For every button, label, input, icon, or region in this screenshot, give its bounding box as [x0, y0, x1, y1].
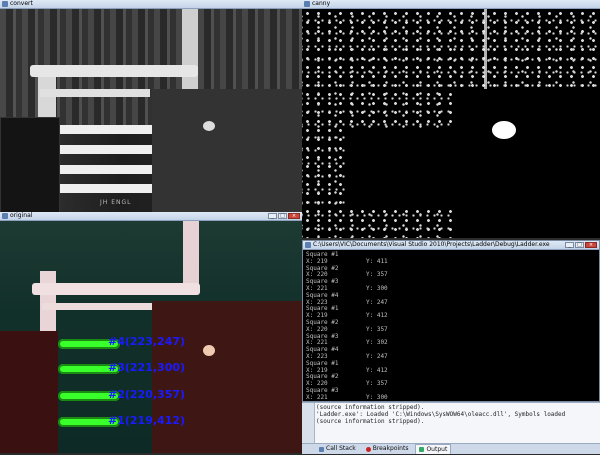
minimize-button[interactable]: _: [268, 213, 277, 219]
console-line-value: Y: 412: [366, 367, 388, 374]
rung: [60, 145, 152, 154]
console-line: X: 220Y: 357: [306, 327, 596, 334]
window-icon: [304, 1, 310, 7]
original-titlebar[interactable]: original _ □ ×: [0, 212, 302, 221]
original-image: #4(223,247) #3(221,300) #2(220,357) #1(2…: [0, 221, 302, 453]
dark-box: [0, 117, 60, 212]
console-line: X: 219Y: 412: [306, 313, 596, 320]
rung-label-1: #1(219,412): [108, 414, 185, 427]
black-region: [452, 89, 600, 238]
console-title: C:\Users\VIC\Documents\Visual Studio 201…: [313, 241, 550, 249]
ladder-cross-bar: [42, 303, 152, 310]
minimize-button[interactable]: _: [565, 242, 574, 248]
window-icon: [2, 1, 8, 7]
console-line-value: Y: 247: [366, 299, 388, 306]
canny-title: canny: [312, 0, 330, 8]
convert-titlebar[interactable]: convert: [0, 0, 302, 9]
dark-box: [0, 331, 58, 453]
console-line: Square #1: [306, 306, 596, 313]
ladder-rail-right: [183, 221, 199, 291]
ladder-rail-right: [182, 9, 198, 89]
vs-output-pane[interactable]: (source information stripped). 'Ladder.e…: [302, 402, 600, 454]
rung: [60, 125, 152, 134]
console-line: Square #3: [306, 279, 596, 286]
ladder-top-bar: [32, 283, 200, 295]
sign-text: JH ENGL: [100, 199, 131, 206]
ladder-top-bar: [30, 65, 198, 77]
console-line: Square #3: [306, 334, 596, 341]
console-line: Square #3: [306, 388, 596, 395]
canny-image: [302, 9, 600, 238]
console-output: Square #1X: 219Y: 411Square #2X: 220Y: 3…: [303, 250, 599, 401]
rung: [60, 184, 152, 193]
console-line: X: 221Y: 300: [306, 286, 596, 293]
console-line-value: Y: 357: [366, 326, 388, 333]
output-line: (source information stripped).: [316, 404, 424, 411]
console-line: X: 220Y: 357: [306, 381, 596, 388]
ladder-cross-bar: [40, 89, 150, 97]
cardboard-panel: [152, 89, 302, 212]
maximize-button[interactable]: □: [575, 242, 584, 248]
console-line-value: Y: 412: [366, 312, 388, 319]
maximize-button[interactable]: □: [278, 213, 287, 219]
console-icon: [305, 242, 311, 248]
console-line: Square #2: [306, 266, 596, 273]
output-icon: [419, 447, 424, 452]
black-region: [347, 129, 452, 207]
console-line: Square #2: [306, 374, 596, 381]
original-window[interactable]: original _ □ × #4(223,247) #3(221,300) #…: [0, 212, 302, 453]
console-window[interactable]: C:\Users\VIC\Documents\Visual Studio 201…: [302, 240, 600, 402]
console-line: X: 220Y: 357: [306, 272, 596, 279]
console-titlebar[interactable]: C:\Users\VIC\Documents\Visual Studio 201…: [303, 241, 599, 250]
console-line-value: Y: 357: [366, 380, 388, 387]
vs-side-strip: [302, 403, 315, 443]
console-line-value: Y: 300: [366, 285, 388, 292]
console-line: X: 223Y: 247: [306, 300, 596, 307]
close-button[interactable]: ×: [585, 242, 597, 248]
window-icon: [2, 213, 8, 219]
moth-object: [203, 345, 215, 356]
console-line: Square #4: [306, 347, 596, 354]
vertical-edge: [484, 9, 487, 89]
rung-label-3: #3(221,300): [108, 361, 185, 374]
output-line: (source information stripped).: [316, 418, 424, 425]
canny-window[interactable]: canny: [302, 0, 600, 238]
console-line-value: Y: 247: [366, 353, 388, 360]
rung-label-2: #2(220,357): [108, 388, 185, 401]
console-line: X: 221Y: 300: [306, 395, 596, 402]
console-line: X: 223Y: 247: [306, 354, 596, 361]
original-title: original: [10, 212, 32, 220]
rung-label-4: #4(223,247): [108, 335, 185, 348]
cardboard-panel: [152, 301, 302, 453]
console-line-value: Y: 300: [366, 394, 388, 401]
vs-tab-bar: Call Stack Breakpoints Output: [302, 443, 600, 454]
ladder-rail-left: [40, 271, 56, 331]
breakpoints-icon: [366, 447, 371, 452]
console-line: Square #1: [306, 252, 596, 259]
convert-image: JH ENGL: [0, 9, 302, 212]
console-line-value: Y: 302: [366, 339, 388, 346]
console-line: X: 221Y: 302: [306, 340, 596, 347]
console-line-value: Y: 357: [366, 271, 388, 278]
close-button[interactable]: ×: [288, 213, 300, 219]
canny-titlebar[interactable]: canny: [302, 0, 600, 9]
tab-label: Output: [426, 445, 447, 455]
console-line: Square #1: [306, 361, 596, 368]
console-line: X: 219Y: 412: [306, 368, 596, 375]
moth-object: [203, 121, 215, 131]
console-line: X: 219Y: 411: [306, 259, 596, 266]
console-line: Square #4: [306, 293, 596, 300]
console-line-value: Y: 411: [366, 258, 388, 265]
edge-blob: [492, 121, 516, 139]
convert-window[interactable]: convert JH ENGL: [0, 0, 302, 212]
rung: [60, 165, 152, 174]
output-line: 'Ladder.exe': Loaded 'C:\Windows\SysWOW6…: [316, 411, 565, 418]
convert-title: convert: [10, 0, 33, 8]
console-line: Square #2: [306, 320, 596, 327]
call-stack-icon: [319, 447, 324, 452]
